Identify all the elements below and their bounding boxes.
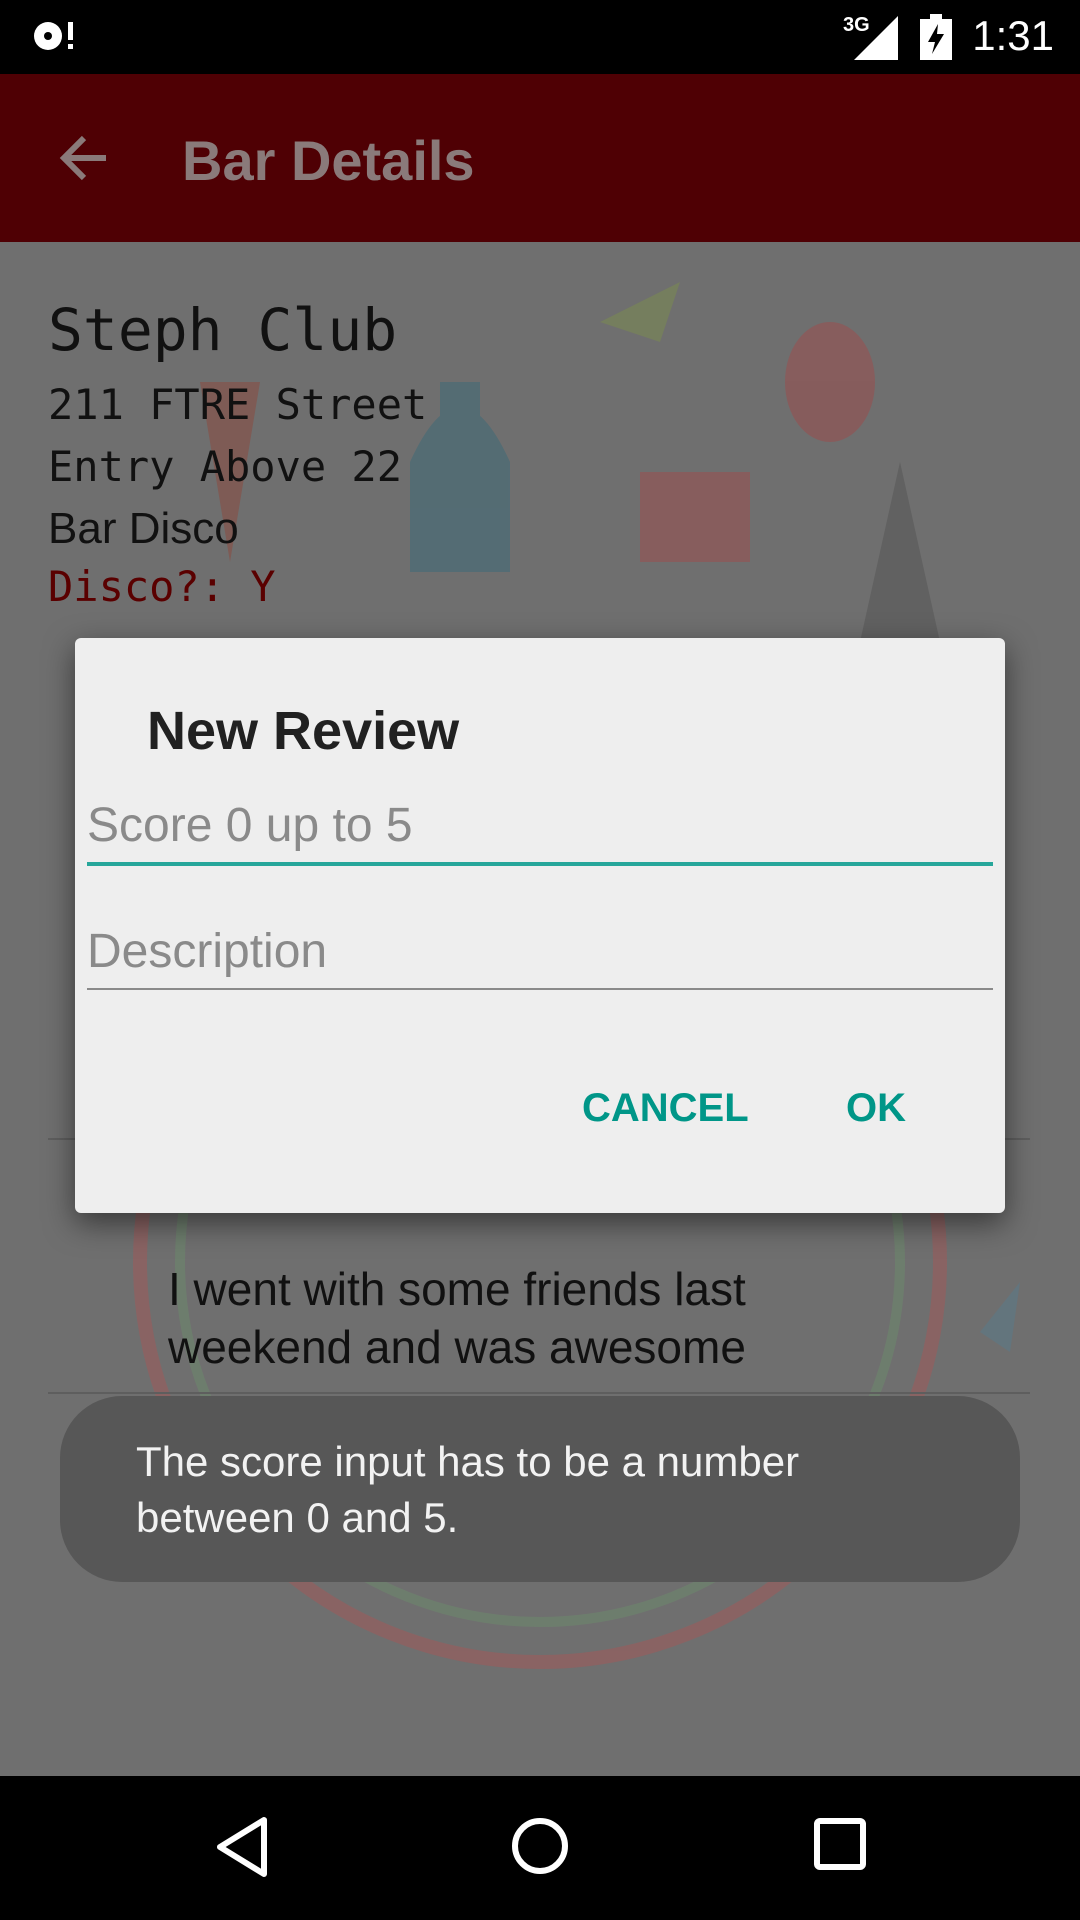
navigation-bar — [0, 1776, 1080, 1920]
back-triangle-icon[interactable] — [214, 1816, 270, 1878]
divider — [48, 1392, 1030, 1394]
app-bar: Bar Details — [0, 74, 1080, 242]
description-input[interactable] — [87, 914, 993, 990]
toast: The score input has to be a number betwe… — [60, 1396, 1020, 1582]
ok-button[interactable]: OK — [846, 1086, 906, 1131]
dialog-title: New Review — [147, 701, 460, 761]
status-bar: 3G 1:31 — [0, 0, 1080, 74]
bar-address: 211 FTRE Street — [48, 380, 428, 429]
recents-square-icon[interactable] — [812, 1816, 868, 1872]
bar-disco-flag: Disco?: Y — [48, 562, 276, 611]
toast-message: The score input has to be a number betwe… — [136, 1438, 800, 1541]
battery-charging-icon — [920, 14, 952, 60]
bar-entry-age: Entry Above 22 — [48, 442, 403, 491]
bar-type: Bar Disco — [48, 504, 239, 553]
home-circle-icon[interactable] — [510, 1816, 570, 1876]
notification-icon — [34, 22, 73, 50]
new-review-dialog: New Review CANCEL OK — [75, 638, 1005, 1213]
review-text: I went with some friends last weekend an… — [168, 1263, 746, 1373]
arrow-back-icon[interactable] — [58, 132, 110, 184]
score-input[interactable] — [87, 788, 993, 866]
clock: 1:31 — [972, 12, 1054, 59]
page-title: Bar Details — [182, 129, 475, 192]
signal-icon — [854, 16, 898, 60]
bar-name: Steph Club — [48, 296, 398, 364]
cancel-button[interactable]: CANCEL — [582, 1086, 749, 1131]
